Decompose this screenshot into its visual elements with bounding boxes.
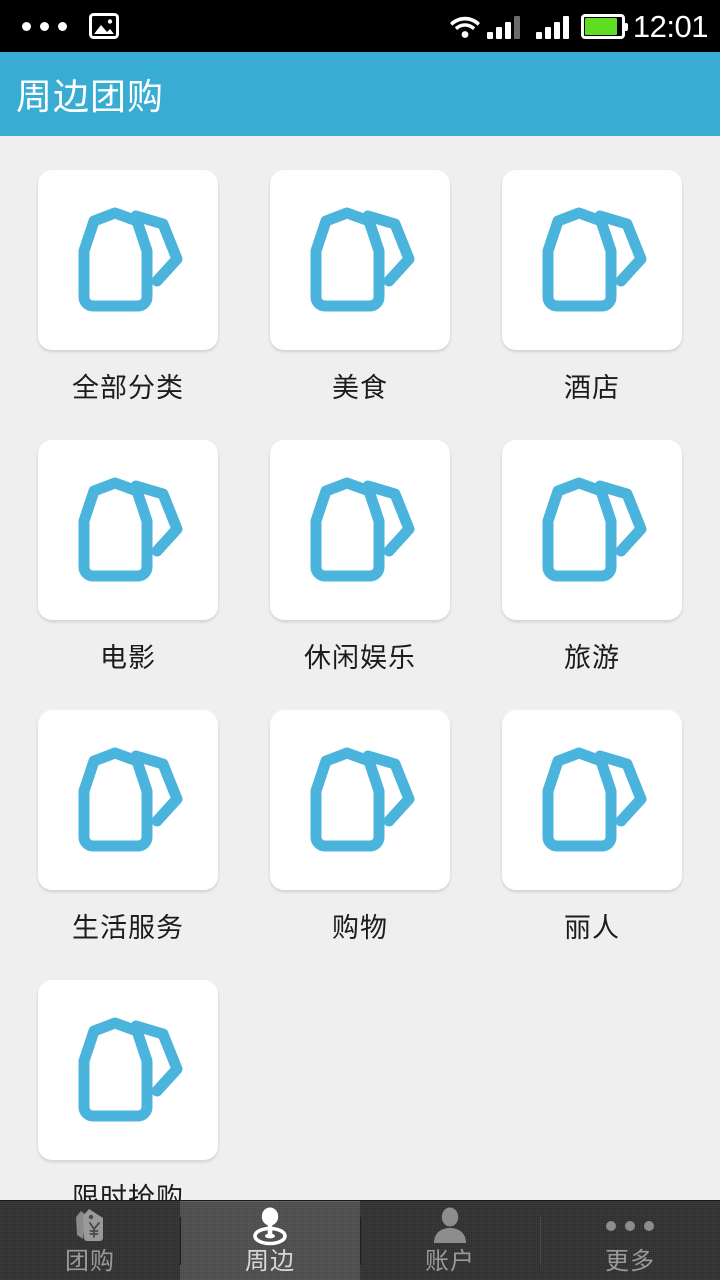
tab-more[interactable]: 更多 <box>540 1201 720 1280</box>
bottom-tab-bar: 团购 周边 账户 更多 <box>0 1200 720 1280</box>
status-bar: 12:01 <box>0 0 720 52</box>
category-label: 电影 <box>100 643 156 673</box>
category-label: 丽人 <box>564 913 620 943</box>
category-icon-card[interactable] <box>502 170 682 350</box>
category-label: 购物 <box>332 913 388 943</box>
price-tag-icon <box>310 477 415 582</box>
price-tag-icon <box>542 477 647 582</box>
status-bar-clock: 12:01 <box>632 8 709 44</box>
category-item[interactable]: 旅游 <box>476 440 708 710</box>
category-item[interactable]: 限时抢购 <box>12 980 244 1200</box>
category-icon-card[interactable] <box>270 170 450 350</box>
more-dots-icon <box>606 1205 654 1247</box>
category-item[interactable]: 生活服务 <box>12 710 244 980</box>
tab-label: 账户 <box>425 1248 475 1276</box>
price-tag-icon <box>310 207 415 312</box>
category-label: 全部分类 <box>72 373 184 403</box>
category-icon-card[interactable] <box>38 980 218 1160</box>
category-item[interactable]: 美食 <box>244 170 476 440</box>
tab-divider <box>360 1217 361 1265</box>
status-bar-left <box>22 13 119 39</box>
category-label: 休闲娱乐 <box>304 643 416 673</box>
tab-label: 周边 <box>245 1248 295 1276</box>
price-tag-icon <box>78 477 183 582</box>
signal-sim1-icon <box>486 13 520 39</box>
category-item[interactable]: 电影 <box>12 440 244 710</box>
category-item[interactable]: 全部分类 <box>12 170 244 440</box>
tab-divider <box>180 1217 181 1265</box>
tab-nearby[interactable]: 周边 <box>180 1201 360 1280</box>
category-item[interactable]: 购物 <box>244 710 476 980</box>
category-item[interactable]: 休闲娱乐 <box>244 440 476 710</box>
price-tag-icon <box>78 1017 183 1122</box>
category-icon-card[interactable] <box>38 440 218 620</box>
price-tag-icon <box>310 747 415 852</box>
category-icon-card[interactable] <box>502 440 682 620</box>
app-screen: 12:01 周边团购 全部分类 美食 酒店 电影 休闲娱乐 旅游 生活服务 购物 丽人 限时抢购 … <box>0 0 720 1280</box>
status-bar-right: 12:01 <box>449 8 709 44</box>
location-pin-icon <box>249 1205 291 1247</box>
category-icon-card[interactable] <box>270 440 450 620</box>
price-tag-icon <box>542 207 647 312</box>
category-item[interactable]: 酒店 <box>476 170 708 440</box>
tab-label: 更多 <box>605 1248 655 1276</box>
price-tag-yen-icon <box>70 1205 110 1247</box>
category-label: 旅游 <box>564 643 620 673</box>
wifi-icon <box>449 12 481 40</box>
category-label: 酒店 <box>564 373 620 403</box>
app-header: 周边团购 <box>0 52 720 136</box>
category-icon-card[interactable] <box>38 710 218 890</box>
category-icon-card[interactable] <box>502 710 682 890</box>
category-label: 美食 <box>332 373 388 403</box>
category-label: 限时抢购 <box>72 1183 184 1200</box>
category-grid-scroll[interactable]: 全部分类 美食 酒店电影 休闲娱乐 旅游生活服务 购物 丽人限时抢购 <box>0 136 720 1200</box>
tab-label: 团购 <box>65 1248 115 1276</box>
category-item[interactable]: 丽人 <box>476 710 708 980</box>
page-title: 周边团购 <box>16 76 165 117</box>
image-icon <box>89 13 119 39</box>
battery-icon <box>580 13 628 39</box>
category-label: 生活服务 <box>72 913 184 943</box>
category-grid: 全部分类 美食 酒店电影 休闲娱乐 旅游生活服务 购物 丽人限时抢购 <box>0 136 720 1200</box>
price-tag-icon <box>78 747 183 852</box>
category-icon-card[interactable] <box>270 710 450 890</box>
price-tag-icon <box>78 207 183 312</box>
category-icon-card[interactable] <box>38 170 218 350</box>
more-dots-icon <box>22 21 67 31</box>
tab-divider <box>540 1217 541 1265</box>
tab-groupon[interactable]: 团购 <box>0 1201 180 1280</box>
price-tag-icon <box>542 747 647 852</box>
tab-account[interactable]: 账户 <box>360 1201 540 1280</box>
signal-sim2-icon <box>535 13 569 39</box>
person-icon <box>430 1205 470 1247</box>
